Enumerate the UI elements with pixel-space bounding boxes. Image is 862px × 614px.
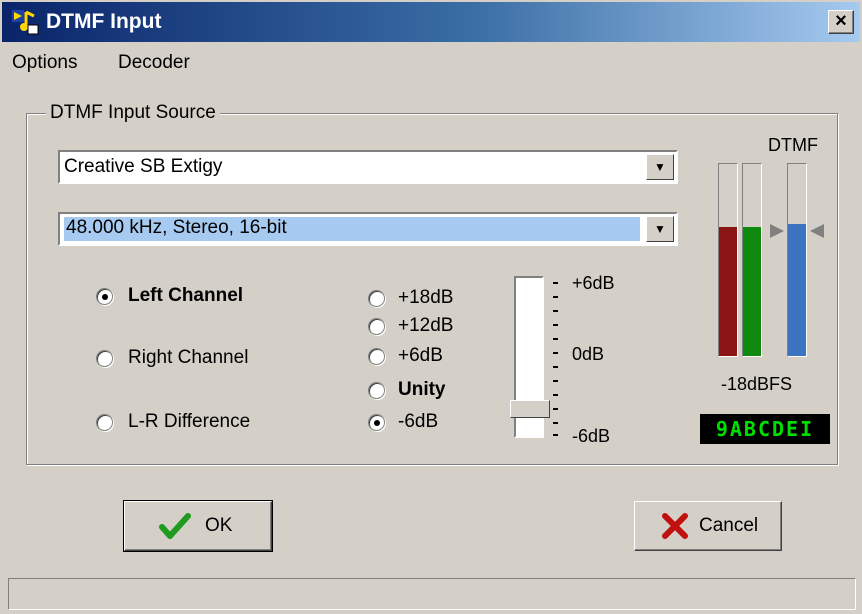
menu-options[interactable]: Options bbox=[12, 52, 77, 74]
slider-top-label: +6dB bbox=[572, 273, 615, 293]
gain-12db-label[interactable]: +12dB bbox=[398, 315, 453, 337]
slider-tick bbox=[553, 394, 558, 396]
slider-tick bbox=[553, 282, 558, 284]
slider-tick bbox=[553, 310, 558, 312]
device-combo[interactable]: Creative SB Extigy ▼ bbox=[58, 150, 678, 184]
dtmf-input-window: DTMF Input × Options Decoder DTMF Input … bbox=[0, 0, 862, 614]
ok-button[interactable]: OK bbox=[123, 500, 273, 552]
slider-tick bbox=[553, 296, 558, 298]
decoded-digits-display: 9ABCDEI bbox=[700, 414, 830, 444]
ok-button-label: OK bbox=[205, 515, 233, 536]
dtmf-level-meter bbox=[787, 163, 807, 357]
format-combo[interactable]: 48.000 kHz, Stereo, 16-bit ▼ bbox=[58, 212, 678, 246]
title-bar[interactable]: DTMF Input × bbox=[2, 2, 860, 42]
format-combo-value: 48.000 kHz, Stereo, 16-bit bbox=[64, 217, 640, 241]
gain-18db-radio[interactable] bbox=[368, 290, 385, 307]
gain-minus6db-label[interactable]: -6dB bbox=[398, 411, 438, 433]
right-level-fill bbox=[743, 227, 761, 356]
slider-tick bbox=[553, 324, 558, 326]
menu-bar: Options Decoder bbox=[2, 46, 860, 82]
level-dbfs-label: -18dBFS bbox=[721, 374, 793, 394]
cancel-button[interactable]: Cancel bbox=[634, 501, 782, 551]
cancel-x-icon bbox=[662, 513, 688, 539]
slider-tick bbox=[553, 434, 558, 436]
close-button[interactable]: × bbox=[828, 10, 854, 34]
lr-difference-label[interactable]: L-R Difference bbox=[128, 411, 250, 433]
threshold-marker-left-icon bbox=[770, 224, 784, 238]
gain-6db-radio[interactable] bbox=[368, 348, 385, 365]
device-combo-dropdown-icon[interactable]: ▼ bbox=[646, 154, 674, 180]
checkmark-icon bbox=[159, 513, 191, 539]
slider-tick bbox=[553, 422, 558, 424]
right-channel-label[interactable]: Right Channel bbox=[128, 347, 248, 369]
menu-options-label: Options bbox=[12, 52, 78, 73]
right-channel-radio[interactable] bbox=[96, 350, 113, 367]
gain-unity-label[interactable]: Unity bbox=[398, 379, 446, 401]
left-level-fill bbox=[719, 227, 737, 356]
threshold-marker-right-icon bbox=[810, 224, 824, 238]
input-source-group-label: DTMF Input Source bbox=[46, 102, 220, 124]
slider-tick bbox=[553, 338, 558, 340]
format-combo-dropdown-icon[interactable]: ▼ bbox=[646, 216, 674, 242]
gain-18db-label[interactable]: +18dB bbox=[398, 287, 453, 309]
dtmf-level-fill bbox=[788, 223, 806, 356]
status-bar bbox=[8, 578, 856, 610]
right-level-meter bbox=[742, 163, 762, 357]
gain-minus6db-radio[interactable] bbox=[368, 414, 385, 431]
gain-12db-radio[interactable] bbox=[368, 318, 385, 335]
device-combo-value: Creative SB Extigy bbox=[64, 156, 223, 177]
app-icon bbox=[12, 10, 39, 35]
slider-tick bbox=[553, 408, 558, 410]
meter-title: DTMF bbox=[768, 135, 818, 155]
gain-unity-radio[interactable] bbox=[368, 382, 385, 399]
slider-mid-label: 0dB bbox=[572, 344, 605, 364]
slider-bottom-label: -6dB bbox=[572, 426, 611, 446]
left-channel-radio[interactable] bbox=[96, 288, 113, 305]
left-channel-label[interactable]: Left Channel bbox=[128, 285, 243, 307]
slider-tick bbox=[553, 366, 558, 368]
menu-decoder[interactable]: Decoder bbox=[118, 52, 190, 74]
slider-tick bbox=[553, 380, 558, 382]
menu-decoder-label: Decoder bbox=[118, 52, 190, 73]
lr-difference-radio[interactable] bbox=[96, 414, 113, 431]
gain-6db-label[interactable]: +6dB bbox=[398, 345, 443, 367]
window-title: DTMF Input bbox=[46, 10, 162, 33]
slider-tick bbox=[553, 352, 558, 354]
cancel-button-label: Cancel bbox=[699, 515, 759, 536]
left-level-meter bbox=[718, 163, 738, 357]
level-slider-thumb[interactable] bbox=[510, 400, 550, 418]
